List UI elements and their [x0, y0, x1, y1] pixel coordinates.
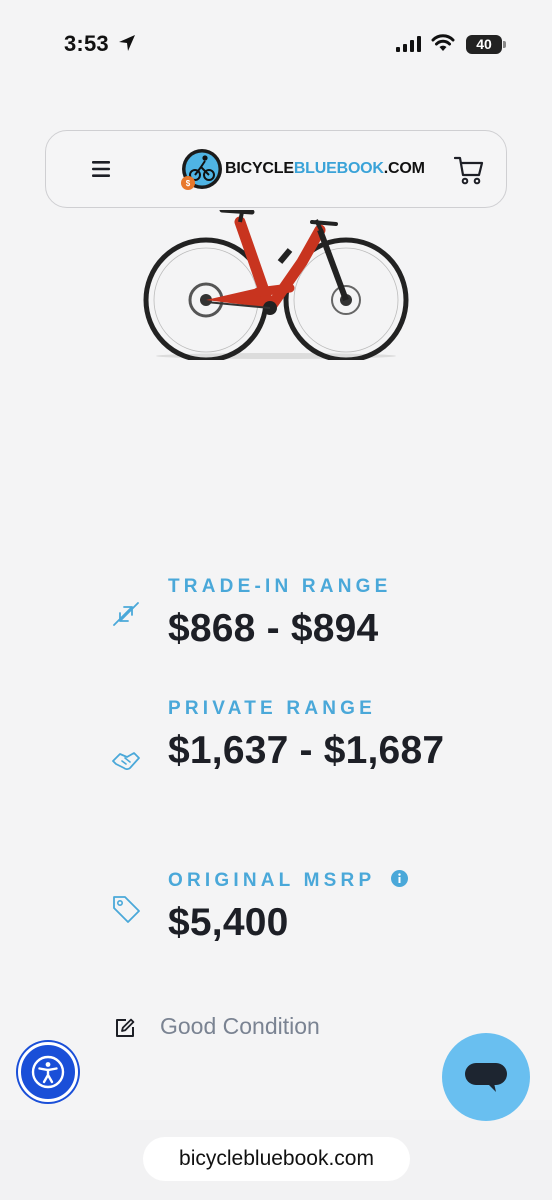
private-range-value: $1,637 - $1,687: [168, 729, 445, 772]
original-msrp-label: ORIGINAL MSRP: [168, 870, 376, 891]
battery-indicator: 40: [466, 35, 502, 54]
chat-button[interactable]: [442, 1033, 530, 1121]
condition-text[interactable]: Good Condition: [160, 1013, 320, 1040]
logo-word-bluebook: BLUEBOOK: [293, 160, 384, 177]
logo-word-com: .COM: [383, 160, 425, 177]
status-time: 3:53: [64, 31, 109, 56]
location-arrow-icon: [119, 35, 135, 51]
browser-url-bar[interactable]: bicyclebluebook.com: [143, 1137, 410, 1181]
price-tag-icon: [113, 896, 140, 923]
bike-product-image: [143, 210, 409, 360]
site-header: $ BICYCLEBLUEBOOK.COM: [45, 130, 507, 208]
logo-cyclist-icon: $: [181, 149, 222, 190]
shopping-cart-icon[interactable]: [454, 155, 484, 185]
private-range-label: PRIVATE RANGE: [168, 698, 377, 719]
wifi-icon: [431, 34, 455, 51]
cellular-signal-icon: [396, 36, 421, 52]
status-bar: 3:53 40: [0, 0, 552, 90]
hamburger-menu-icon[interactable]: [92, 160, 112, 178]
info-icon[interactable]: [391, 870, 408, 887]
trade-in-range-value: $868 - $894: [168, 607, 379, 650]
svg-text:$: $: [186, 179, 191, 188]
original-msrp-value: $5,400: [168, 901, 289, 944]
accessibility-icon: [31, 1055, 65, 1089]
trade-arrows-icon: [113, 602, 139, 626]
edit-icon[interactable]: [114, 1017, 136, 1039]
site-logo[interactable]: $ BICYCLEBLUEBOOK.COM: [179, 147, 425, 193]
accessibility-button[interactable]: [18, 1042, 78, 1102]
battery-cap: [503, 41, 506, 48]
logo-word-bicycle: BICYCLE: [225, 160, 294, 177]
trade-in-range-label: TRADE-IN RANGE: [168, 576, 392, 597]
logo-wordmark: BICYCLEBLUEBOOK.COM: [225, 160, 425, 178]
handshake-icon: [112, 752, 140, 771]
chat-bubble-icon: [465, 1063, 507, 1092]
